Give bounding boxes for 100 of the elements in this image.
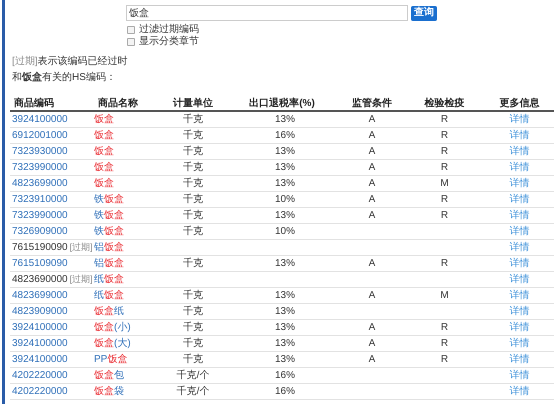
hs-code-link[interactable]: 7326909000 bbox=[12, 226, 68, 236]
inspection-code: R bbox=[440, 258, 448, 268]
unit-text: 千克 bbox=[183, 258, 203, 268]
unit-text: 千克 bbox=[183, 162, 203, 172]
hs-code-link[interactable]: 4202220000 bbox=[12, 386, 68, 396]
product-name-link[interactable]: PP饭盒 bbox=[94, 354, 128, 364]
details-link[interactable]: 详情 bbox=[510, 242, 530, 252]
hs-code-link[interactable]: 6912001000 bbox=[12, 130, 68, 140]
column-header: 检验检疫 bbox=[424, 98, 464, 108]
details-link[interactable]: 详情 bbox=[510, 354, 530, 364]
column-header: 更多信息 bbox=[500, 98, 540, 108]
product-name-link[interactable]: 饭盒包 bbox=[94, 370, 124, 380]
rebate-rate: 13% bbox=[275, 114, 296, 124]
product-name-link[interactable]: 饭盒 bbox=[94, 162, 114, 172]
inspection-code: M bbox=[440, 290, 449, 300]
hs-code-link[interactable]: 7323930000 bbox=[12, 146, 68, 156]
unit-text: 千克 bbox=[183, 130, 203, 140]
details-link[interactable]: 详情 bbox=[510, 290, 530, 300]
product-name-link[interactable]: 铝饭盒 bbox=[94, 258, 124, 268]
rebate-rate: 16% bbox=[275, 370, 296, 380]
inspection-code: R bbox=[440, 210, 448, 220]
column-header: 监管条件 bbox=[352, 98, 392, 108]
product-name-link[interactable]: 饭盒 bbox=[94, 114, 114, 124]
details-link[interactable]: 详情 bbox=[510, 226, 530, 236]
unit-text: 千克 bbox=[183, 338, 203, 348]
unit-text: 千克 bbox=[183, 354, 203, 364]
hs-code-link[interactable]: 4202220000 bbox=[12, 370, 68, 380]
product-name-link[interactable]: 纸饭盒 bbox=[94, 290, 124, 300]
inspection-code: R bbox=[440, 354, 448, 364]
details-link[interactable]: 详情 bbox=[510, 194, 530, 204]
product-name-link[interactable]: 饭盒 bbox=[94, 178, 114, 188]
details-link[interactable]: 详情 bbox=[510, 274, 530, 284]
product-name-link[interactable]: 饭盒 bbox=[94, 146, 114, 156]
hs-code-link[interactable]: 7615109090 bbox=[12, 258, 68, 268]
column-header: 商品名称 bbox=[98, 98, 138, 108]
expired-tag: [过期] bbox=[70, 275, 93, 284]
hs-code-link[interactable]: 7323990000 bbox=[12, 162, 68, 172]
checkbox[interactable] bbox=[127, 26, 135, 34]
supervision-code: A bbox=[368, 130, 376, 140]
product-name-link[interactable]: 铁饭盒 bbox=[94, 226, 124, 236]
supervision-code: A bbox=[368, 162, 376, 172]
hs-code-link[interactable]: 7323990000 bbox=[12, 210, 68, 220]
supervision-code: A bbox=[368, 114, 376, 124]
details-link[interactable]: 详情 bbox=[510, 258, 530, 268]
details-link[interactable]: 详情 bbox=[510, 386, 530, 396]
details-link[interactable]: 详情 bbox=[510, 162, 530, 172]
unit-text: 千克 bbox=[183, 306, 203, 316]
search-button[interactable]: 查询 bbox=[411, 6, 437, 20]
column-header: 计量单位 bbox=[173, 98, 213, 108]
column-header: 商品编码 bbox=[14, 98, 54, 108]
rebate-rate: 13% bbox=[275, 306, 296, 316]
supervision-code: A bbox=[368, 146, 376, 156]
rebate-rate: 13% bbox=[275, 258, 296, 268]
checkbox-label: 显示分类章节 bbox=[139, 36, 199, 46]
rebate-rate: 13% bbox=[275, 322, 296, 332]
details-link[interactable]: 详情 bbox=[510, 210, 530, 220]
rebate-rate: 13% bbox=[275, 162, 296, 172]
product-name-link[interactable]: 铝饭盒 bbox=[94, 242, 124, 252]
hs-code: 4823690000 bbox=[12, 274, 68, 284]
hs-code-link[interactable]: 4823699000 bbox=[12, 290, 68, 300]
supervision-code: A bbox=[368, 194, 376, 204]
product-name-link[interactable]: 饭盒袋 bbox=[94, 386, 124, 396]
hs-code-link[interactable]: 3924100000 bbox=[12, 114, 68, 124]
details-link[interactable]: 详情 bbox=[510, 130, 530, 140]
hs-code-link[interactable]: 4823699000 bbox=[12, 178, 68, 188]
hs-code-link[interactable]: 7323910000 bbox=[12, 194, 68, 204]
product-name-link[interactable]: 铁饭盒 bbox=[94, 210, 124, 220]
details-link[interactable]: 详情 bbox=[510, 178, 530, 188]
hs-code-link[interactable]: 3924100000 bbox=[12, 322, 68, 332]
product-name-link[interactable]: 饭盒(小) bbox=[94, 322, 131, 332]
hs-code-link[interactable]: 3924100000 bbox=[12, 338, 68, 348]
details-link[interactable]: 详情 bbox=[510, 370, 530, 380]
supervision-code: A bbox=[368, 322, 376, 332]
details-link[interactable]: 详情 bbox=[510, 146, 530, 156]
rebate-rate: 13% bbox=[275, 338, 296, 348]
unit-text: 千克 bbox=[183, 226, 203, 236]
search-field[interactable]: 饭盒 bbox=[126, 5, 408, 21]
hs-code-link[interactable]: 4823909000 bbox=[12, 306, 68, 316]
inspection-code: R bbox=[440, 194, 448, 204]
details-link[interactable]: 详情 bbox=[510, 306, 530, 316]
supervision-code: A bbox=[368, 354, 376, 364]
supervision-code: A bbox=[368, 338, 376, 348]
details-link[interactable]: 详情 bbox=[510, 338, 530, 348]
product-name-link[interactable]: 铁饭盒 bbox=[94, 194, 124, 204]
details-link[interactable]: 详情 bbox=[510, 322, 530, 332]
product-name-link[interactable]: 饭盒纸 bbox=[94, 306, 124, 316]
details-link[interactable]: 详情 bbox=[510, 114, 530, 124]
hs-code-link[interactable]: 3924100000 bbox=[12, 354, 68, 364]
product-name-link[interactable]: 饭盒 bbox=[94, 130, 114, 140]
product-name-link[interactable]: 饭盒(大) bbox=[94, 338, 131, 348]
rebate-rate: 13% bbox=[275, 290, 296, 300]
product-name-link[interactable]: 纸饭盒 bbox=[94, 274, 124, 284]
unit-text: 千克 bbox=[183, 194, 203, 204]
rebate-rate: 16% bbox=[275, 130, 296, 140]
checkbox[interactable] bbox=[127, 38, 135, 46]
inspection-code: R bbox=[440, 162, 448, 172]
rebate-rate: 13% bbox=[275, 210, 296, 220]
rebate-rate: 13% bbox=[275, 178, 296, 188]
supervision-code: A bbox=[368, 178, 376, 188]
supervision-code: A bbox=[368, 290, 376, 300]
